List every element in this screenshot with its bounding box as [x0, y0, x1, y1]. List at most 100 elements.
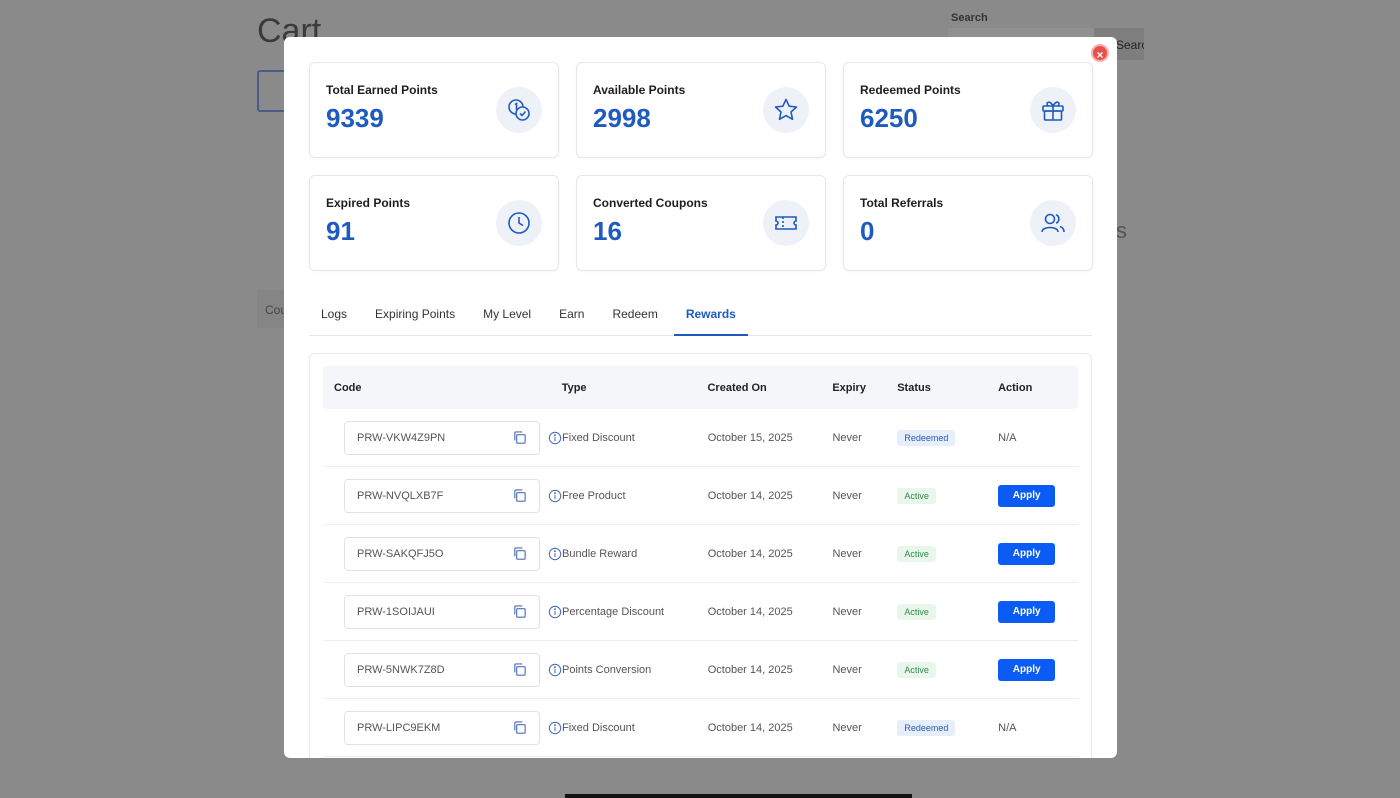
expiry-cell: Never	[832, 663, 862, 676]
close-icon[interactable]: ×	[1091, 44, 1109, 62]
header-expiry: Expiry	[832, 381, 866, 394]
info-icon[interactable]	[548, 431, 562, 445]
clock-icon	[496, 200, 542, 246]
stats-grid: Total Earned Points 9339 Available Point…	[309, 62, 1093, 271]
stat-card-expired: Expired Points 91	[309, 175, 559, 271]
created-cell: October 15, 2025	[707, 431, 793, 444]
tab-logs[interactable]: Logs	[309, 299, 359, 335]
header-type: Type	[561, 381, 587, 394]
expiry-cell: Never	[832, 605, 862, 618]
type-cell: Free Product	[562, 489, 626, 502]
status-cell: Active	[897, 603, 998, 620]
table-header: Code Type Created On Expiry Status Actio…	[323, 366, 1078, 409]
expiry-cell: Never	[832, 721, 862, 734]
status-cell: Redeemed	[897, 429, 998, 446]
table-row: PRW-SAKQFJ5O Bundle Reward October 14, 2…	[323, 525, 1078, 583]
apply-button[interactable]: Apply	[998, 600, 1056, 623]
copy-icon[interactable]	[512, 720, 527, 735]
code-field[interactable]: PRW-1SOIJAUI	[344, 594, 540, 629]
type-cell: Percentage Discount	[562, 605, 665, 618]
info-icon[interactable]	[548, 721, 562, 735]
tab-earn[interactable]: Earn	[547, 299, 596, 335]
table-row: PRW-VKW4Z9PN Fixed Discount October 15, …	[323, 409, 1078, 467]
tab-redeem[interactable]: Redeem	[600, 299, 669, 335]
header-action: Action	[998, 381, 1033, 394]
copy-icon[interactable]	[512, 488, 527, 503]
status-badge: Redeemed	[897, 429, 956, 446]
search-label: Search	[951, 12, 988, 24]
coins-icon	[496, 87, 542, 133]
code-cell: PRW-SAKQFJ5O	[323, 536, 562, 571]
copy-icon[interactable]	[512, 662, 527, 677]
code-text: PRW-VKW4Z9PN	[357, 431, 446, 444]
tab-bar: Logs Expiring Points My Level Earn Redee…	[309, 299, 1092, 336]
stat-card-referrals: Total Referrals 0	[843, 175, 1093, 271]
gift-icon	[1030, 87, 1076, 133]
action-na: N/A	[998, 431, 1017, 444]
status-cell: Active	[897, 661, 998, 678]
code-field[interactable]: PRW-NVQLXB7F	[344, 478, 540, 513]
code-text: PRW-1SOIJAUI	[357, 605, 435, 618]
table-row: PRW-LIPC9EKM Fixed Discount October 14, …	[323, 699, 1078, 757]
header-code: Code	[334, 381, 362, 394]
created-cell: October 14, 2025	[707, 605, 793, 618]
created-cell: October 14, 2025	[707, 663, 793, 676]
type-cell: Fixed Discount	[562, 721, 635, 734]
status-cell: Active	[897, 545, 998, 562]
action-na: N/A	[998, 721, 1017, 734]
type-cell: Bundle Reward	[562, 547, 638, 560]
code-cell: PRW-VKW4Z9PN	[323, 420, 562, 455]
copy-icon[interactable]	[512, 430, 527, 445]
copy-icon[interactable]	[512, 546, 527, 561]
star-icon	[763, 87, 809, 133]
code-cell: PRW-1SOIJAUI	[323, 594, 562, 629]
tab-my-level[interactable]: My Level	[471, 299, 543, 335]
expiry-cell: Never	[832, 489, 862, 502]
code-field[interactable]: PRW-VKW4Z9PN	[344, 420, 540, 455]
action-cell: Apply	[998, 542, 1078, 565]
info-icon[interactable]	[548, 489, 562, 503]
stat-card-available: Available Points 2998	[576, 62, 826, 158]
coupon-field[interactable]: Cou	[257, 290, 287, 328]
info-icon[interactable]	[548, 605, 562, 619]
stat-card-total-earned: Total Earned Points 9339	[309, 62, 559, 158]
created-cell: October 14, 2025	[707, 721, 793, 734]
type-cell: Fixed Discount	[562, 431, 635, 444]
status-badge: Active	[897, 603, 936, 620]
code-text: PRW-NVQLXB7F	[357, 489, 444, 502]
table-row: PRW-NVQLXB7F Free Product October 14, 20…	[323, 467, 1078, 525]
tab-rewards[interactable]: Rewards	[673, 299, 748, 336]
tab-expiring-points[interactable]: Expiring Points	[363, 299, 467, 335]
status-badge: Active	[897, 487, 936, 504]
table-row: PRW-5NWK7Z8D Points Conversion October 1…	[323, 641, 1078, 699]
created-cell: October 14, 2025	[707, 547, 793, 560]
stat-card-converted-coupons: Converted Coupons 16	[576, 175, 826, 271]
apply-button[interactable]: Apply	[998, 542, 1056, 565]
code-field[interactable]: PRW-SAKQFJ5O	[344, 536, 540, 571]
action-cell: N/A	[998, 722, 1078, 734]
users-icon	[1030, 200, 1076, 246]
stat-card-redeemed: Redeemed Points 6250	[843, 62, 1093, 158]
status-badge: Redeemed	[897, 719, 956, 736]
action-cell: Apply	[998, 600, 1078, 623]
apply-button[interactable]: Apply	[998, 484, 1056, 507]
code-cell: PRW-5NWK7Z8D	[323, 652, 562, 687]
apply-button[interactable]: Apply	[998, 658, 1056, 681]
table-body: PRW-VKW4Z9PN Fixed Discount October 15, …	[323, 409, 1078, 757]
action-cell: Apply	[998, 484, 1078, 507]
code-field[interactable]: PRW-5NWK7Z8D	[344, 652, 540, 687]
status-cell: Redeemed	[897, 719, 998, 736]
background-text: s	[1116, 218, 1127, 243]
info-icon[interactable]	[548, 663, 562, 677]
code-field[interactable]: PRW-LIPC9EKM	[344, 710, 540, 745]
created-cell: October 14, 2025	[707, 489, 793, 502]
info-icon[interactable]	[548, 547, 562, 561]
code-text: PRW-5NWK7Z8D	[357, 663, 445, 676]
bottom-bar	[565, 794, 912, 798]
rewards-table: Code Type Created On Expiry Status Actio…	[309, 353, 1092, 758]
code-cell: PRW-NVQLXB7F	[323, 478, 562, 513]
ticket-icon	[763, 200, 809, 246]
code-text: PRW-LIPC9EKM	[357, 721, 441, 734]
copy-icon[interactable]	[512, 604, 527, 619]
type-cell: Points Conversion	[562, 663, 652, 676]
